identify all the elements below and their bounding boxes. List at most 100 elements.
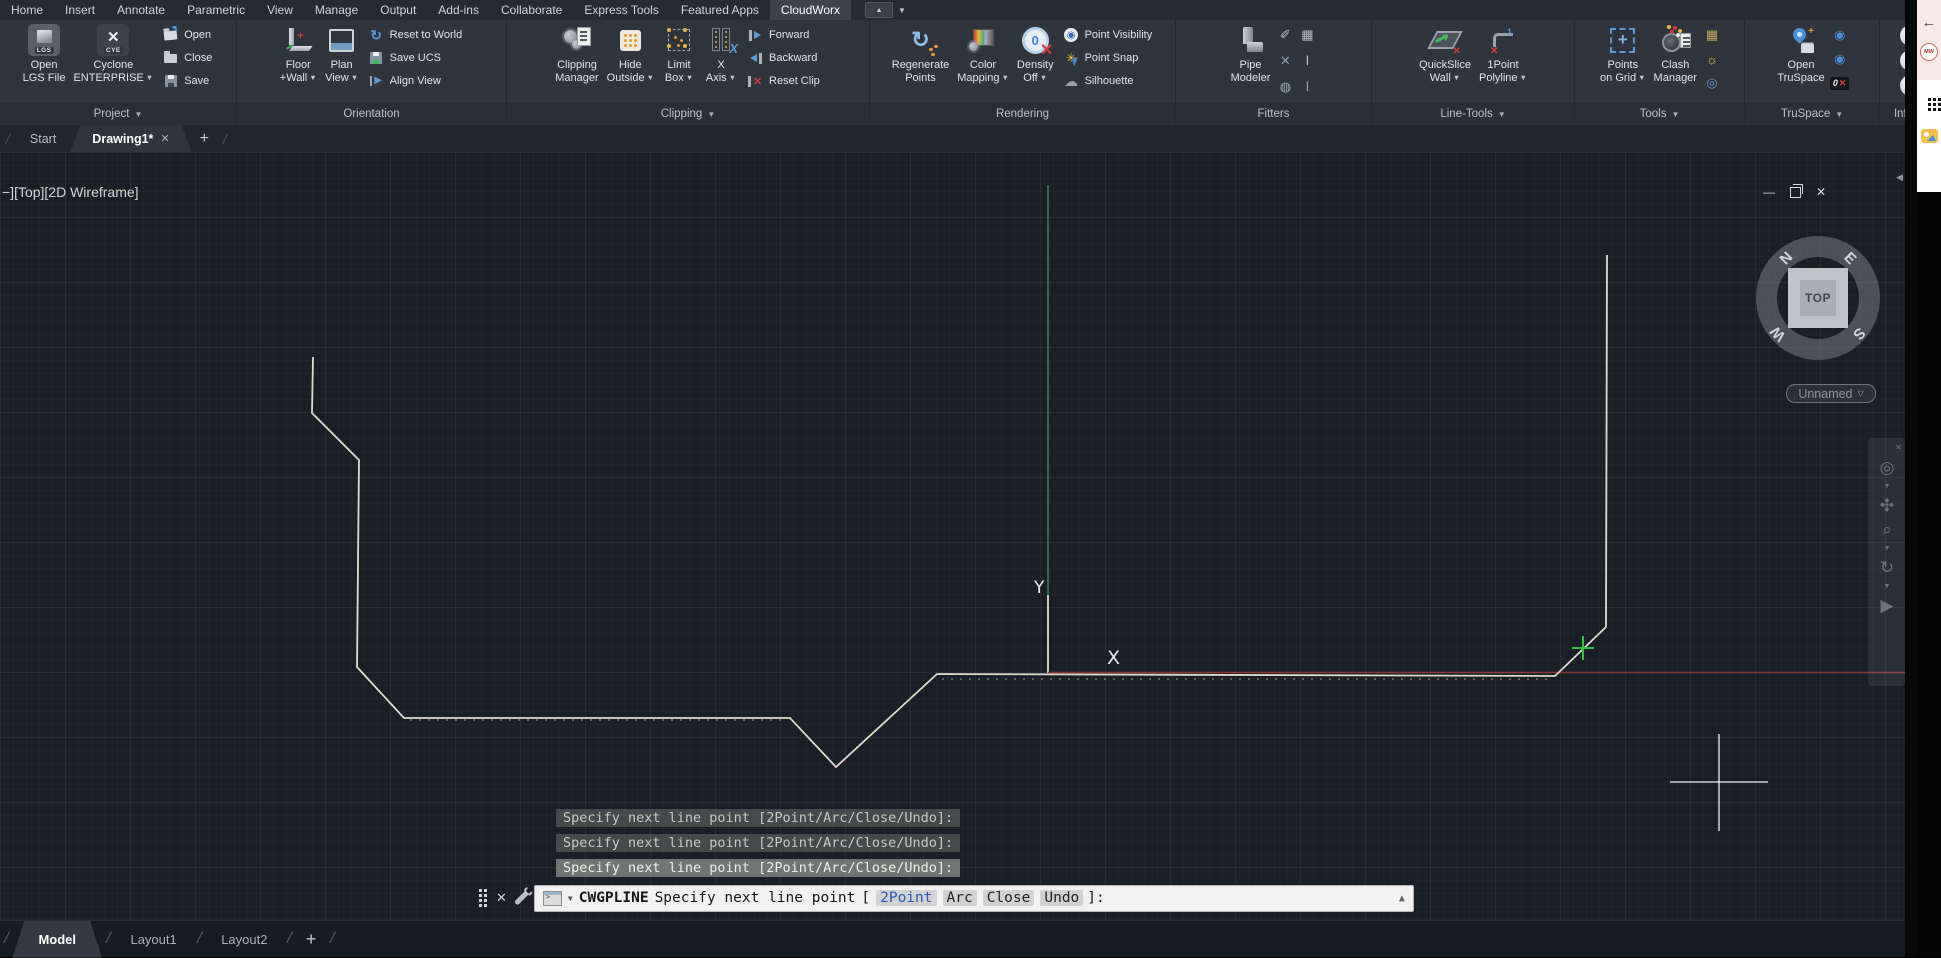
panel-label-line-tools[interactable]: Line-Tools▼ (1372, 103, 1574, 125)
fit-grid-icon[interactable]: ▦ (1297, 25, 1317, 45)
clash-manager-button[interactable]: ClashManager (1651, 22, 1700, 103)
view-name-dropdown[interactable]: Unnamed ▽ (1786, 384, 1876, 403)
command-close-icon[interactable]: ✕ (496, 890, 507, 906)
pipe-modeler-button[interactable]: PipeModeler (1228, 22, 1274, 103)
tool-bulb-icon[interactable]: ☼ (1702, 49, 1722, 69)
hide-outside-button[interactable]: HideOutside▼ (604, 22, 657, 103)
mw-badge[interactable]: MW (1920, 43, 1938, 61)
command-option-undo[interactable]: Undo (1040, 890, 1083, 906)
back-arrow-icon[interactable]: ← (1922, 14, 1937, 31)
fit-sphere-icon[interactable]: ◍ (1275, 77, 1295, 97)
open-lgs-file-button[interactable]: LGSOpenLGS File (20, 22, 69, 103)
color-mapping-button[interactable]: ColorMapping▼ (954, 22, 1012, 103)
ts-pin1-icon[interactable]: ◉ (1830, 25, 1850, 45)
viewport-controls-label[interactable]: −][Top][2D Wireframe] (2, 184, 139, 200)
save-ucs-button[interactable]: Save UCS (368, 48, 463, 68)
ts-zerox-icon[interactable]: 0 (1830, 73, 1850, 93)
fit-cross-icon[interactable]: ✕ (1275, 51, 1295, 71)
viewport-restore-icon[interactable] (1790, 187, 1801, 198)
floor-wall-button[interactable]: +Floor+Wall▼ (277, 22, 320, 103)
silhouette-button[interactable]: ☁Silhouette (1063, 71, 1153, 91)
new-layout-button[interactable]: + (306, 929, 317, 950)
points-on-grid-button[interactable]: +Pointson Grid▼ (1597, 22, 1649, 103)
command-input-bar[interactable]: ▼ CWGPLINE Specify next line point [ 2Po… (534, 885, 1414, 912)
pan-icon[interactable]: ✣ (1880, 497, 1894, 514)
save-button[interactable]: Save (162, 71, 212, 91)
menu-add-ins[interactable]: Add-ins (427, 0, 490, 20)
menu-output[interactable]: Output (369, 0, 427, 20)
menu-home[interactable]: Home (0, 0, 54, 20)
view-cube-face[interactable]: TOP (1788, 268, 1848, 328)
align-view-button[interactable]: ▶Align View (368, 71, 463, 91)
view-cube[interactable]: N E W S TOP (1756, 236, 1880, 360)
regenerate-points-button[interactable]: ↻RegeneratePoints (889, 22, 953, 103)
menu-parametric[interactable]: Parametric (176, 0, 256, 20)
menu-express-tools[interactable]: Express Tools (573, 0, 669, 20)
menu-annotate[interactable]: Annotate (106, 0, 176, 20)
menu-view[interactable]: View (256, 0, 304, 20)
command-expand-icon[interactable]: ▲ (1399, 893, 1405, 904)
recent-commands-caret-icon[interactable]: ▼ (568, 894, 573, 903)
point-visibility-button[interactable]: ◉Point Visibility (1063, 25, 1153, 45)
ribbon-minimize-button[interactable]: ▲ (865, 2, 893, 18)
cyclone-enterprise-button[interactable]: ✕CYECycloneENTERPRISE▼ (70, 22, 156, 103)
ribbon-options-caret-icon[interactable]: ▼ (898, 6, 906, 15)
menu-featured-apps[interactable]: Featured Apps (670, 0, 770, 20)
navbar-close-icon[interactable]: ✕ (1895, 444, 1902, 452)
fit-beam2-icon[interactable]: Ⅰ (1297, 77, 1317, 97)
tool-target-icon[interactable]: ◎ (1702, 73, 1722, 93)
panel-label-tools[interactable]: Tools▼ (1575, 103, 1744, 125)
tool-basket-icon[interactable]: ▦ (1702, 25, 1722, 45)
viewport-close-icon[interactable]: ✕ (1816, 185, 1826, 199)
backward-button[interactable]: Backward (747, 48, 820, 68)
chevron-down-icon[interactable]: ▼ (1884, 545, 1891, 552)
tab-close-icon[interactable]: ✕ (160, 132, 169, 145)
command-option-close[interactable]: Close (983, 890, 1035, 906)
panel-label-project[interactable]: Project▼ (0, 103, 236, 125)
forward-button[interactable]: Forward (747, 25, 820, 45)
point-snap-button[interactable]: ✳Point Snap (1063, 48, 1153, 68)
new-tab-button[interactable]: + (200, 130, 209, 148)
show-motion-icon[interactable]: ▶ (1880, 597, 1893, 614)
reset-to-world-button[interactable]: ↻Reset to World (368, 25, 463, 45)
ts-pin2-icon[interactable]: ◉ (1830, 49, 1850, 69)
panel-label-clipping[interactable]: Clipping▼ (507, 103, 869, 125)
customize-wrench-icon[interactable] (514, 891, 529, 906)
menu-collaborate[interactable]: Collaborate (490, 0, 573, 20)
quickslice-wall-button[interactable]: ✕QuickSliceWall▼ (1416, 22, 1474, 103)
close-button[interactable]: Close (162, 48, 212, 68)
open-button[interactable]: Open (162, 25, 212, 45)
density-off-button[interactable]: 0✕DensityOff▼ (1014, 22, 1057, 103)
tab-drawing1[interactable]: Drawing1* ✕ (70, 125, 191, 152)
1point-polyline-button[interactable]: 1✕1PointPolyline▼ (1476, 22, 1530, 103)
zoom-icon[interactable]: ⌕ (1882, 521, 1892, 538)
panel-label-truspace[interactable]: TruSpace▼ (1745, 103, 1879, 125)
orbit-icon[interactable]: ↻ (1880, 559, 1894, 576)
chevron-down-icon[interactable]: ▼ (1884, 583, 1891, 590)
clipping-manager-button[interactable]: ClippingManager (552, 22, 601, 103)
menu-cloudworx[interactable]: CloudWorx (770, 0, 851, 20)
navigation-wheel-icon[interactable]: ◎ (1880, 459, 1895, 476)
open-truspace-button[interactable]: +OpenTruSpace (1774, 22, 1827, 103)
drag-handle-icon[interactable] (478, 887, 488, 909)
x-axis-button[interactable]: XXAxis▼ (701, 22, 741, 103)
chevron-down-icon[interactable]: ▼ (1884, 483, 1891, 490)
reset-clip-button[interactable]: Reset Clip (747, 71, 820, 91)
plan-view-button[interactable]: PlanView▼ (322, 22, 362, 103)
command-prompt-icon[interactable] (543, 891, 562, 906)
panel-collapse-icon[interactable]: ◀ (1896, 172, 1903, 183)
tab-start[interactable]: Start (16, 125, 70, 152)
layout-tab-model[interactable]: Model (12, 921, 102, 958)
drawing-viewport[interactable]: XY −][Top][2D Wireframe] — ✕ N E W S TOP… (0, 152, 1941, 920)
limit-box-button[interactable]: LimitBox▼ (659, 22, 699, 103)
layout-tab-layout2[interactable]: Layout2 (205, 921, 283, 958)
menu-manage[interactable]: Manage (304, 0, 369, 20)
image-icon[interactable] (1921, 129, 1938, 143)
navigation-bar[interactable]: ✕ ◎ ▼ ✣ ⌕ ▼ ↻ ▼ ▶ (1868, 438, 1906, 686)
command-option-2point[interactable]: 2Point (876, 890, 936, 906)
fit-beam-icon[interactable]: Ⅰ (1297, 51, 1317, 71)
command-option-arc[interactable]: Arc (943, 890, 977, 906)
viewport-minimize-icon[interactable]: — (1763, 185, 1775, 199)
apps-grid-icon[interactable] (1928, 98, 1931, 101)
layout-tab-layout1[interactable]: Layout1 (114, 921, 192, 958)
